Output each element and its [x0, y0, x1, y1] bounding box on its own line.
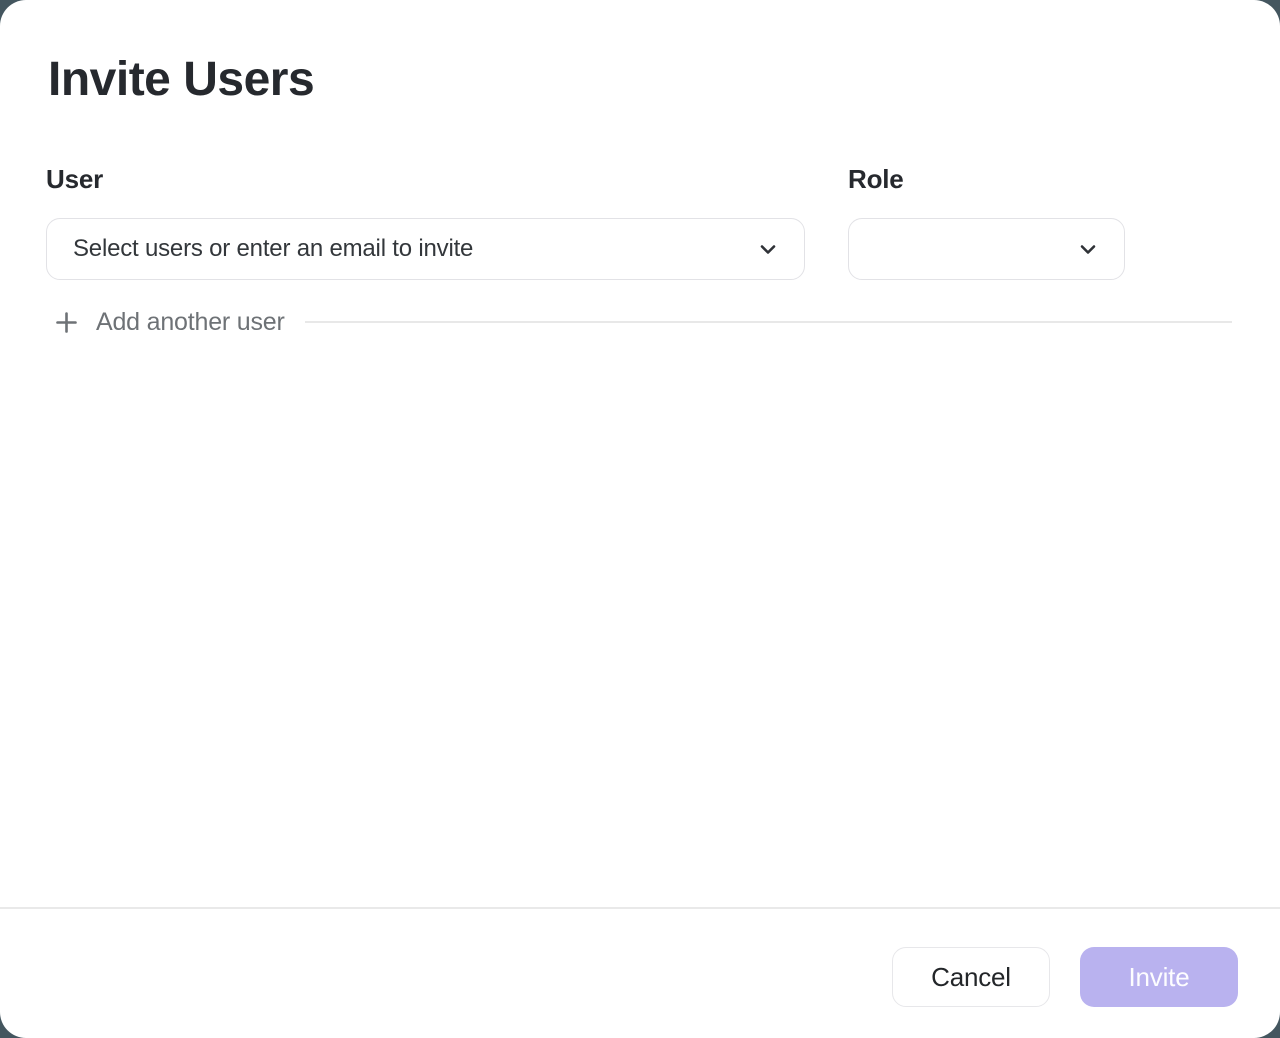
- chevron-down-icon: [1076, 237, 1100, 261]
- add-user-row: Add another user: [56, 307, 1234, 337]
- role-field-label: Role: [848, 164, 1125, 194]
- user-select[interactable]: Select users or enter an email to invite: [46, 218, 805, 280]
- modal-title: Invite Users: [48, 52, 1234, 108]
- cancel-button[interactable]: Cancel: [892, 947, 1050, 1007]
- user-select-placeholder: Select users or enter an email to invite: [73, 235, 756, 263]
- role-field: Role: [848, 164, 1125, 280]
- user-field-label: User: [46, 164, 805, 194]
- invite-users-modal: Invite Users User Select users or enter …: [0, 0, 1280, 1038]
- chevron-down-icon: [756, 237, 780, 261]
- add-another-user-button[interactable]: Add another user: [56, 307, 285, 337]
- modal-footer: Cancel Invite: [0, 907, 1280, 1038]
- plus-icon: [56, 312, 77, 333]
- role-select[interactable]: [848, 218, 1125, 280]
- divider: [305, 321, 1232, 323]
- modal-body: Invite Users User Select users or enter …: [0, 0, 1280, 907]
- invite-button[interactable]: Invite: [1080, 947, 1238, 1007]
- invite-form-row: User Select users or enter an email to i…: [46, 164, 1234, 280]
- user-field: User Select users or enter an email to i…: [46, 164, 805, 280]
- add-another-user-label: Add another user: [96, 307, 285, 337]
